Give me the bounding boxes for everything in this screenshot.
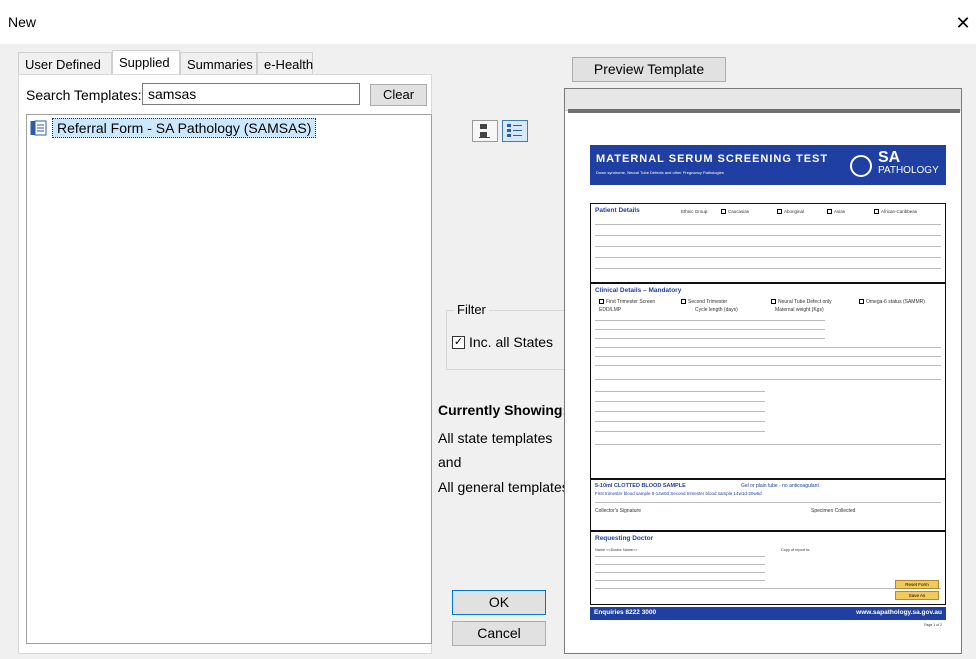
- list-item[interactable]: Referral Form - SA Pathology (SAMSAS): [30, 118, 317, 138]
- patient-details-heading: Patient Details: [595, 207, 640, 214]
- template-list[interactable]: [26, 114, 432, 644]
- currently-showing-heading: Currently Showing:: [438, 402, 568, 418]
- list-item-label: Referral Form - SA Pathology (SAMSAS): [52, 118, 317, 138]
- window-title: New: [8, 14, 37, 30]
- showing-line-3: All general templates: [438, 479, 569, 495]
- ok-button[interactable]: OK: [452, 590, 546, 615]
- save-as-button[interactable]: Save As: [895, 591, 939, 600]
- search-input[interactable]: [142, 83, 360, 105]
- tab-supplied[interactable]: Supplied: [112, 50, 180, 74]
- large-icons-view-icon[interactable]: [472, 120, 498, 142]
- reset-form-button[interactable]: Reset Form: [895, 580, 939, 589]
- tab-user-defined[interactable]: User Defined: [18, 52, 112, 74]
- sa-pathology-logo: SA PATHOLOGY: [848, 149, 940, 181]
- search-label: Search Templates:: [26, 87, 142, 103]
- filter-label: Filter: [454, 302, 489, 317]
- clear-button[interactable]: Clear: [370, 84, 427, 106]
- clinical-details-section: Clinical Details – Mandatory First Trime…: [590, 283, 946, 479]
- form-title: MATERNAL SERUM SCREENING TEST: [596, 153, 829, 165]
- checkbox-box[interactable]: ✓: [452, 335, 465, 349]
- form-subtitle: Down syndrome, Neural Tube Defects and o…: [596, 170, 724, 175]
- form-icon: [30, 120, 47, 136]
- requesting-doctor-section: Requesting Doctor Name <<Doctor Name>> C…: [590, 531, 946, 605]
- patient-details-section: Patient Details Ethnic Group: Caucasian …: [590, 203, 946, 283]
- preview-divider: [568, 109, 960, 113]
- preview-header: [565, 89, 961, 111]
- showing-line-1: All state templates: [438, 430, 553, 446]
- clinical-details-heading: Clinical Details – Mandatory: [595, 287, 682, 294]
- title-bar: [0, 0, 976, 44]
- showing-line-2: and: [438, 454, 462, 470]
- close-icon[interactable]: ✕: [950, 12, 976, 34]
- sample-section: 5-10ml CLOTTED BLOOD SAMPLE Gel or plain…: [590, 479, 946, 531]
- view-toggle: [472, 120, 528, 142]
- tab-e-health[interactable]: e-Health: [257, 52, 313, 74]
- preview-document: MATERNAL SERUM SCREENING TEST Down syndr…: [590, 145, 946, 627]
- form-banner: MATERNAL SERUM SCREENING TEST Down syndr…: [590, 145, 946, 185]
- checkbox-label: Inc. all States: [469, 334, 554, 350]
- preview-template-button[interactable]: Preview Template: [572, 57, 726, 82]
- details-view-icon[interactable]: [502, 120, 528, 142]
- form-footer: Enquiries 8222 3000 www.sapathology.sa.g…: [590, 607, 946, 620]
- logo-emblem-icon: [850, 155, 872, 177]
- tab-summaries[interactable]: Summaries: [180, 52, 257, 74]
- inc-all-states-checkbox[interactable]: ✓ Inc. all States: [452, 334, 553, 350]
- cancel-button[interactable]: Cancel: [452, 621, 546, 646]
